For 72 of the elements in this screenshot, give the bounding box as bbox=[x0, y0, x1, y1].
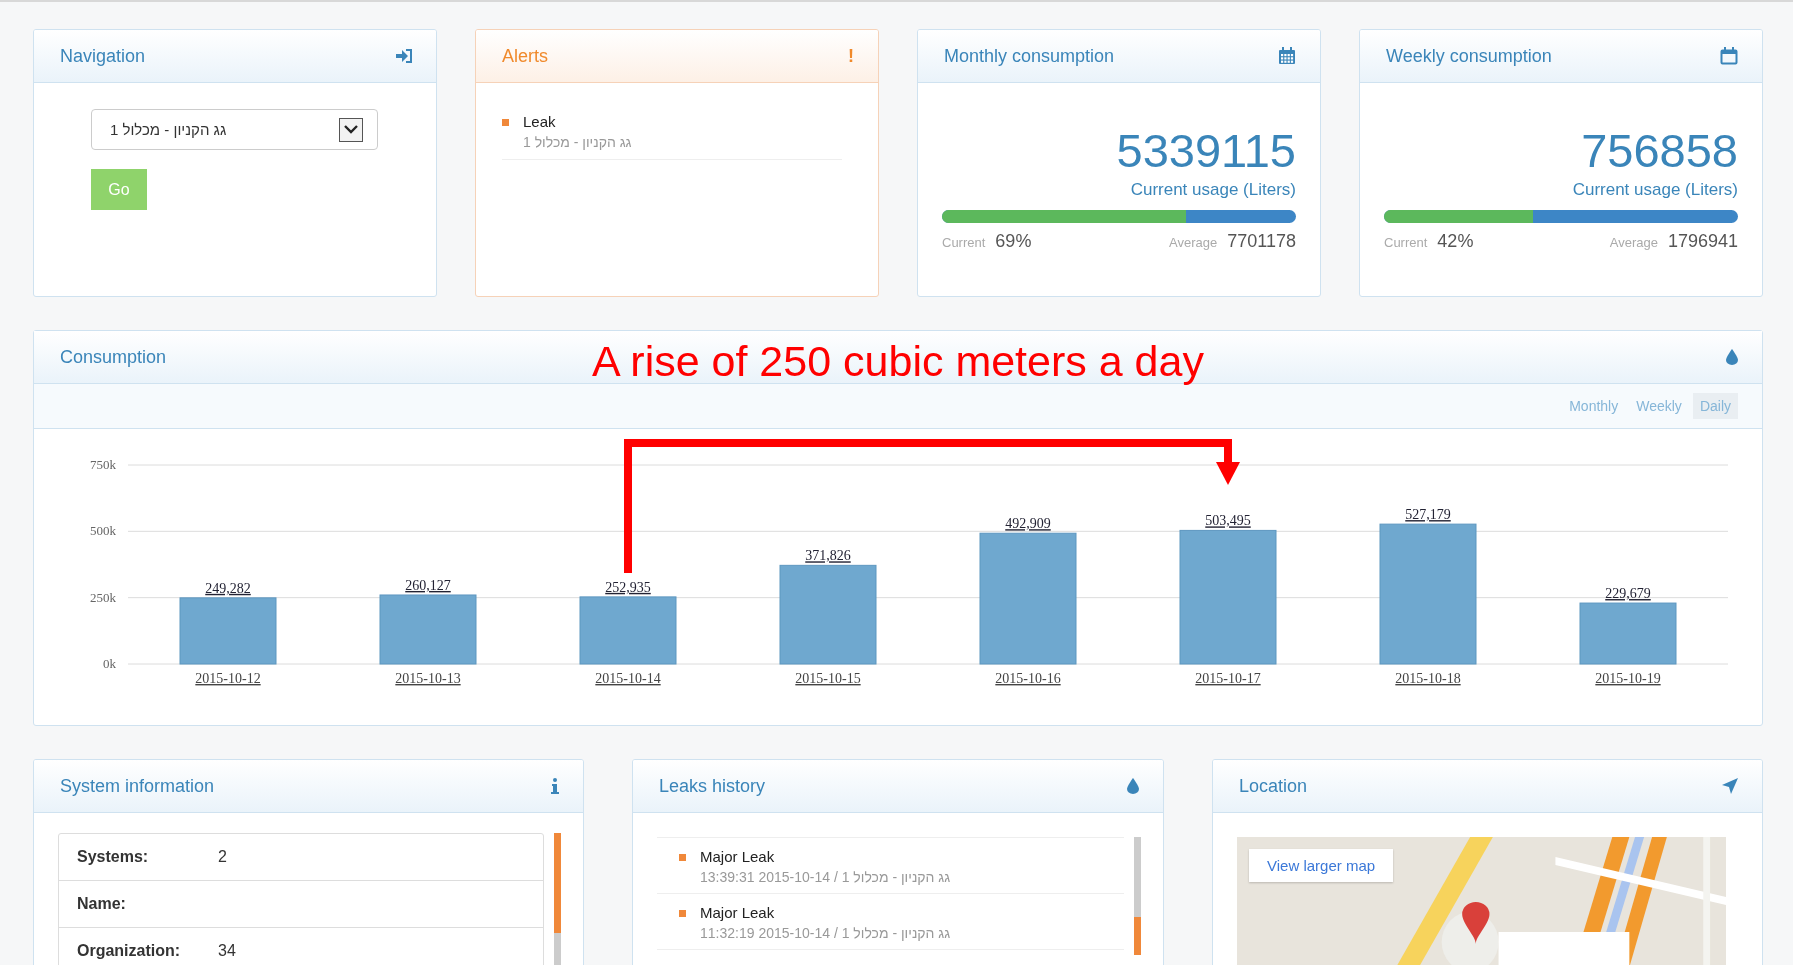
current-label: Current bbox=[942, 235, 986, 250]
axis-category-label: 2015-10-13 bbox=[395, 671, 461, 686]
bullet-icon bbox=[679, 910, 686, 917]
go-button[interactable]: Go bbox=[91, 169, 147, 210]
card-title: Monthly consumption bbox=[944, 45, 1115, 67]
view-larger-map-button[interactable]: View larger map bbox=[1249, 849, 1394, 882]
card-title: Consumption bbox=[60, 346, 167, 368]
scrollbar[interactable] bbox=[1134, 837, 1141, 955]
axis-category-label: 2015-10-16 bbox=[995, 671, 1061, 686]
leak-detail: גג הקניון - מכלול 1 / 2015-10-14 11:32:19 bbox=[700, 925, 951, 941]
drop-icon bbox=[1127, 778, 1139, 794]
bar-value-label: 371,826 bbox=[805, 548, 851, 564]
card-title: Leaks history bbox=[659, 775, 766, 797]
axis-category-label: 2015-10-14 bbox=[595, 671, 661, 686]
axis-tick-label: 750k bbox=[90, 457, 116, 472]
card-title: System information bbox=[60, 775, 215, 797]
usage-value: 756858 bbox=[1581, 127, 1738, 174]
calendar-icon bbox=[1278, 47, 1296, 65]
period-tab[interactable]: Monthly bbox=[1562, 393, 1626, 419]
drop-icon bbox=[1726, 349, 1738, 365]
alert-location: גג הקניון - מכלול 1 bbox=[523, 134, 632, 150]
annotation-text: A rise of 250 cubic meters a day bbox=[592, 337, 1204, 386]
axis-category-label: 2015-10-15 bbox=[795, 671, 861, 686]
current-value: 69% bbox=[995, 231, 1032, 252]
info-label: Systems: bbox=[77, 848, 150, 866]
axis-category-label: 2015-10-18 bbox=[1395, 671, 1461, 686]
period-tab[interactable]: Weekly bbox=[1629, 393, 1689, 419]
average-value: 7701178 bbox=[1227, 231, 1296, 252]
info-value: 2 bbox=[218, 848, 227, 866]
leak-detail: גג הקניון - מכלול 1 / 2015-10-14 13:39:31 bbox=[700, 869, 951, 885]
usage-caption: Current usage (Liters) bbox=[1130, 180, 1296, 200]
caret-icon bbox=[344, 125, 358, 134]
info-label: Organization: bbox=[77, 942, 182, 960]
calendar-icon bbox=[1720, 47, 1738, 65]
leak-title: Major Leak bbox=[700, 904, 776, 921]
bar-value-label: 260,127 bbox=[405, 578, 451, 593]
bar-value-label: 503,495 bbox=[1205, 513, 1251, 529]
bullet-icon bbox=[502, 119, 509, 126]
bar-value-label: 229,679 bbox=[1605, 586, 1651, 602]
bar-value-label: 252,935 bbox=[605, 579, 651, 595]
current-label: Current bbox=[1384, 235, 1428, 250]
axis-tick-label: 500k bbox=[90, 523, 116, 539]
location-arrow-icon bbox=[1722, 778, 1738, 794]
card-title: Navigation bbox=[60, 45, 146, 67]
card-title: Location bbox=[1239, 775, 1308, 797]
period-tab[interactable]: Daily bbox=[1692, 393, 1738, 419]
leak-title: Major Leak bbox=[700, 848, 776, 865]
axis-category-label: 2015-10-19 bbox=[1595, 671, 1661, 686]
bar-value-label: 492,909 bbox=[1005, 516, 1051, 532]
alert-title: Leak bbox=[523, 113, 557, 130]
axis-tick-label: 250k bbox=[90, 589, 116, 605]
exclamation-icon: ! bbox=[848, 45, 854, 67]
card-title: Weekly consumption bbox=[1386, 45, 1552, 67]
average-label: Average bbox=[1169, 235, 1218, 250]
usage-caption: Current usage (Liters) bbox=[1572, 180, 1738, 200]
card-title: Alerts bbox=[502, 45, 548, 67]
axis-category-label: 2015-10-17 bbox=[1195, 671, 1261, 686]
current-value: 42% bbox=[1437, 231, 1474, 252]
info-value: 34 bbox=[218, 942, 236, 960]
sign-in-icon bbox=[396, 49, 412, 63]
location-select[interactable]: גג הקניון - מכלול 1 bbox=[91, 109, 378, 150]
info-label: Name: bbox=[77, 895, 127, 913]
axis-category-label: 2015-10-12 bbox=[195, 671, 261, 686]
scrollbar[interactable] bbox=[554, 833, 561, 965]
average-label: Average bbox=[1609, 235, 1658, 250]
usage-value: 5339115 bbox=[1116, 127, 1296, 174]
bar-value-label: 527,179 bbox=[1405, 507, 1451, 523]
bar-value-label: 249,282 bbox=[205, 580, 251, 596]
average-value: 1796941 bbox=[1667, 231, 1738, 252]
axis-tick-label: 0k bbox=[103, 656, 116, 671]
bullet-icon bbox=[679, 854, 686, 861]
info-icon bbox=[551, 778, 559, 794]
